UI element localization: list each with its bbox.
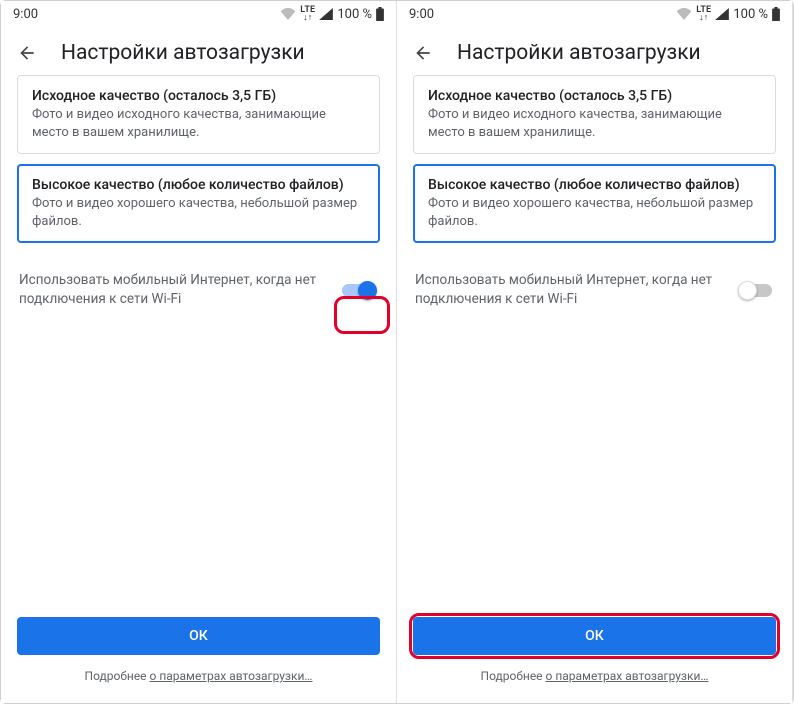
footer: Подробнее о параметрах автозагрузки…: [1, 669, 396, 703]
phone-left: 9:00 LTE↓↑ 100 % Настройки автозагрузки …: [1, 1, 397, 703]
header: Настройки автозагрузки: [1, 27, 396, 75]
option-original-quality[interactable]: Исходное качество (осталось 3,5 ГБ) Фото…: [413, 75, 776, 154]
footer-link[interactable]: о параметрах автозагрузки…: [546, 669, 709, 683]
signal-icon: [715, 8, 729, 20]
content: Исходное качество (осталось 3,5 ГБ) Фото…: [1, 75, 396, 617]
header: Настройки автозагрузки: [397, 27, 792, 75]
option-desc: Фото и видео хорошего качества, небольшо…: [428, 195, 761, 230]
option-high-quality[interactable]: Высокое качество (любое количество файло…: [17, 164, 380, 243]
signal-icon: [319, 8, 333, 20]
footer-prefix: Подробнее: [481, 669, 546, 683]
mobile-data-switch[interactable]: [738, 280, 774, 300]
battery-icon: [376, 7, 384, 21]
status-right: LTE↓↑ 100 %: [280, 6, 384, 22]
ok-button[interactable]: ОК: [413, 617, 776, 655]
battery-pct: 100 %: [733, 7, 768, 22]
content: Исходное качество (осталось 3,5 ГБ) Фото…: [397, 75, 792, 617]
toggle-label: Использовать мобильный Интернет, когда н…: [415, 271, 728, 309]
option-title: Высокое качество (любое количество файло…: [32, 177, 365, 193]
status-right: LTE↓↑ 100 %: [676, 6, 780, 22]
status-time: 9:00: [13, 7, 38, 22]
footer-link[interactable]: о параметрах автозагрузки…: [150, 669, 313, 683]
battery-icon: [772, 7, 780, 21]
option-original-quality[interactable]: Исходное качество (осталось 3,5 ГБ) Фото…: [17, 75, 380, 154]
lte-icon: LTE↓↑: [696, 6, 711, 22]
battery-pct: 100 %: [337, 7, 372, 22]
footer-prefix: Подробнее: [85, 669, 150, 683]
lte-icon: LTE↓↑: [300, 6, 315, 22]
mobile-data-toggle-row: Использовать мобильный Интернет, когда н…: [17, 253, 380, 309]
mobile-data-switch[interactable]: [342, 280, 378, 300]
footer: Подробнее о параметрах автозагрузки…: [397, 669, 792, 703]
option-desc: Фото и видео хорошего качества, небольшо…: [32, 195, 365, 230]
option-title: Исходное качество (осталось 3,5 ГБ): [32, 88, 365, 104]
option-high-quality[interactable]: Высокое качество (любое количество файло…: [413, 164, 776, 243]
back-icon[interactable]: [413, 43, 433, 63]
phone-right: 9:00 LTE↓↑ 100 % Настройки автозагрузки …: [397, 1, 793, 703]
page-title: Настройки автозагрузки: [457, 41, 701, 65]
status-bar: 9:00 LTE↓↑ 100 %: [1, 1, 396, 27]
page-title: Настройки автозагрузки: [61, 41, 305, 65]
status-bar: 9:00 LTE↓↑ 100 %: [397, 1, 792, 27]
toggle-label: Использовать мобильный Интернет, когда н…: [19, 271, 332, 309]
mobile-data-toggle-row: Использовать мобильный Интернет, когда н…: [413, 253, 776, 309]
option-title: Высокое качество (любое количество файло…: [428, 177, 761, 193]
wifi-icon: [676, 8, 692, 20]
option-desc: Фото и видео исходного качества, занимаю…: [428, 106, 761, 141]
status-time: 9:00: [409, 7, 434, 22]
back-icon[interactable]: [17, 43, 37, 63]
wifi-icon: [280, 8, 296, 20]
option-desc: Фото и видео исходного качества, занимаю…: [32, 106, 365, 141]
option-title: Исходное качество (осталось 3,5 ГБ): [428, 88, 761, 104]
ok-button[interactable]: ОК: [17, 617, 380, 655]
